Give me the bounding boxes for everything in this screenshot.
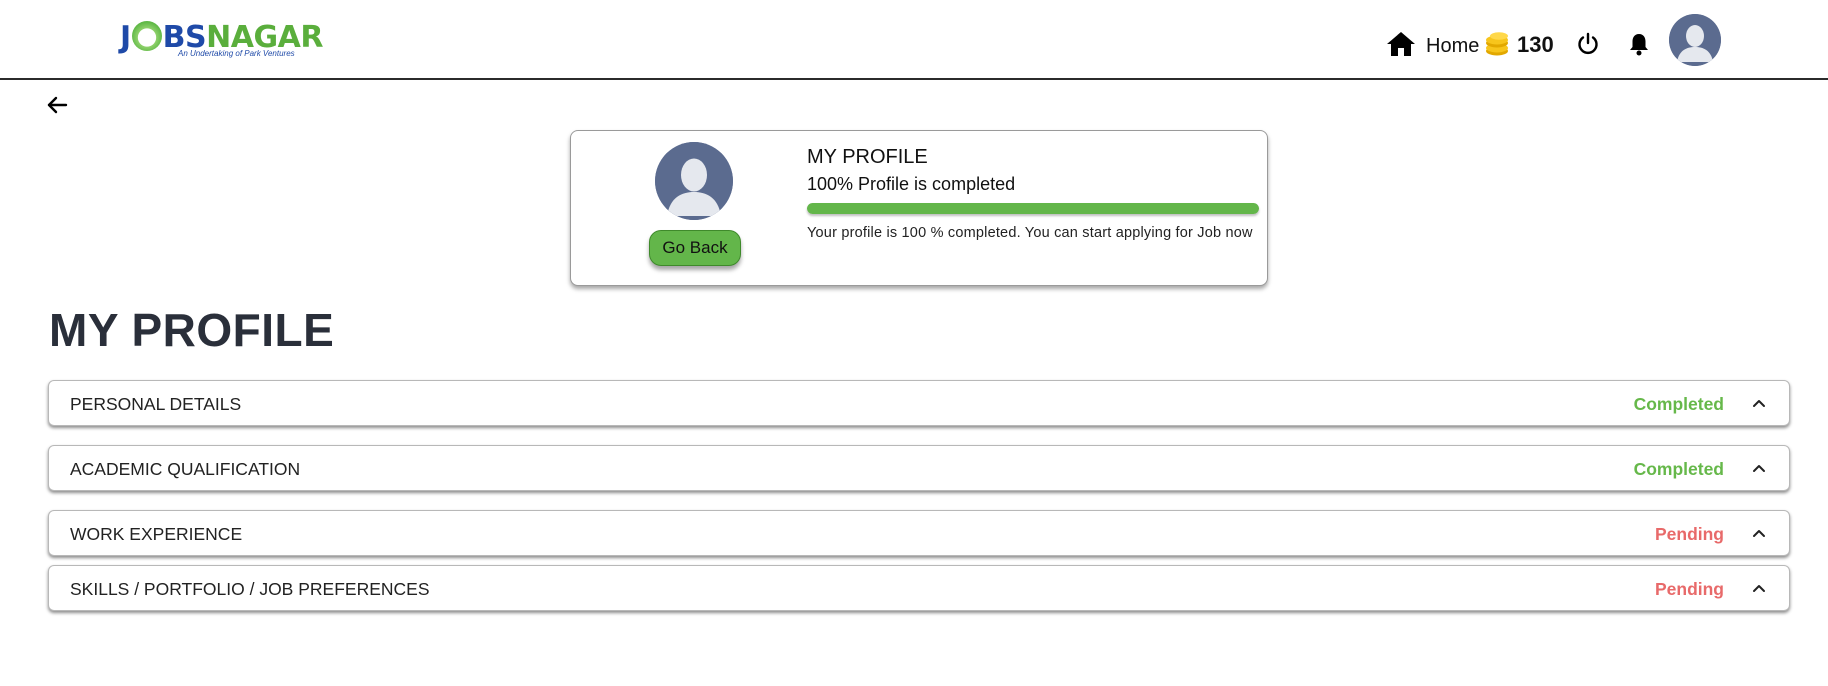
user-avatar[interactable] [1669,14,1721,66]
go-back-button[interactable]: Go Back [649,230,741,266]
chevron-up-icon[interactable] [1751,460,1767,476]
card-title: MY PROFILE [807,146,928,168]
profile-progress-fill [807,203,1259,214]
section-work-experience[interactable]: WORK EXPERIENCE Pending [48,510,1790,556]
page-title: MY PROFILE [49,304,335,356]
section-academic-qualification[interactable]: ACADEMIC QUALIFICATION Completed [48,445,1790,491]
power-icon[interactable] [1576,32,1600,56]
coin-icon [1486,32,1508,56]
logo-tagline: An Undertaking of Park Ventures [178,49,295,58]
profile-summary-card: Go Back MY PROFILE 100% Profile is compl… [570,130,1268,286]
chevron-up-icon[interactable] [1751,580,1767,596]
home-icon[interactable] [1385,30,1417,58]
profile-completion-message: Your profile is 100 % completed. You can… [807,225,1253,241]
profile-completion-text: 100% Profile is completed [807,174,1016,194]
coin-balance: 130 [1517,32,1554,57]
section-label: PERSONAL DETAILS [70,394,242,414]
section-skills-portfolio-job-preferences[interactable]: SKILLS / PORTFOLIO / JOB PREFERENCES Pen… [48,565,1790,611]
status-badge: Pending [1654,524,1724,544]
chevron-up-icon[interactable] [1751,525,1767,541]
user-silhouette-icon [655,142,733,220]
top-header: J BSNAGAR An Undertaking of Park Ventures… [0,0,1828,80]
section-label: SKILLS / PORTFOLIO / JOB PREFERENCES [70,579,430,599]
status-badge: Pending [1654,579,1724,599]
profile-avatar [655,142,733,220]
profile-progress-bar [807,203,1259,214]
section-personal-details[interactable]: PERSONAL DETAILS Completed [48,380,1790,426]
user-silhouette-icon [1669,14,1721,66]
status-badge: Completed [1633,459,1724,479]
home-link[interactable]: Home [1426,33,1479,59]
section-label: WORK EXPERIENCE [70,524,243,544]
chevron-up-icon[interactable] [1751,395,1767,411]
jobsnagar-logo[interactable]: J BSNAGAR An Undertaking of Park Ventures [120,18,330,62]
bell-icon[interactable] [1628,32,1650,56]
logo-globe-icon [131,21,162,51]
section-label: ACADEMIC QUALIFICATION [70,459,301,479]
status-badge: Completed [1633,394,1724,414]
back-arrow-icon[interactable] [46,94,68,116]
